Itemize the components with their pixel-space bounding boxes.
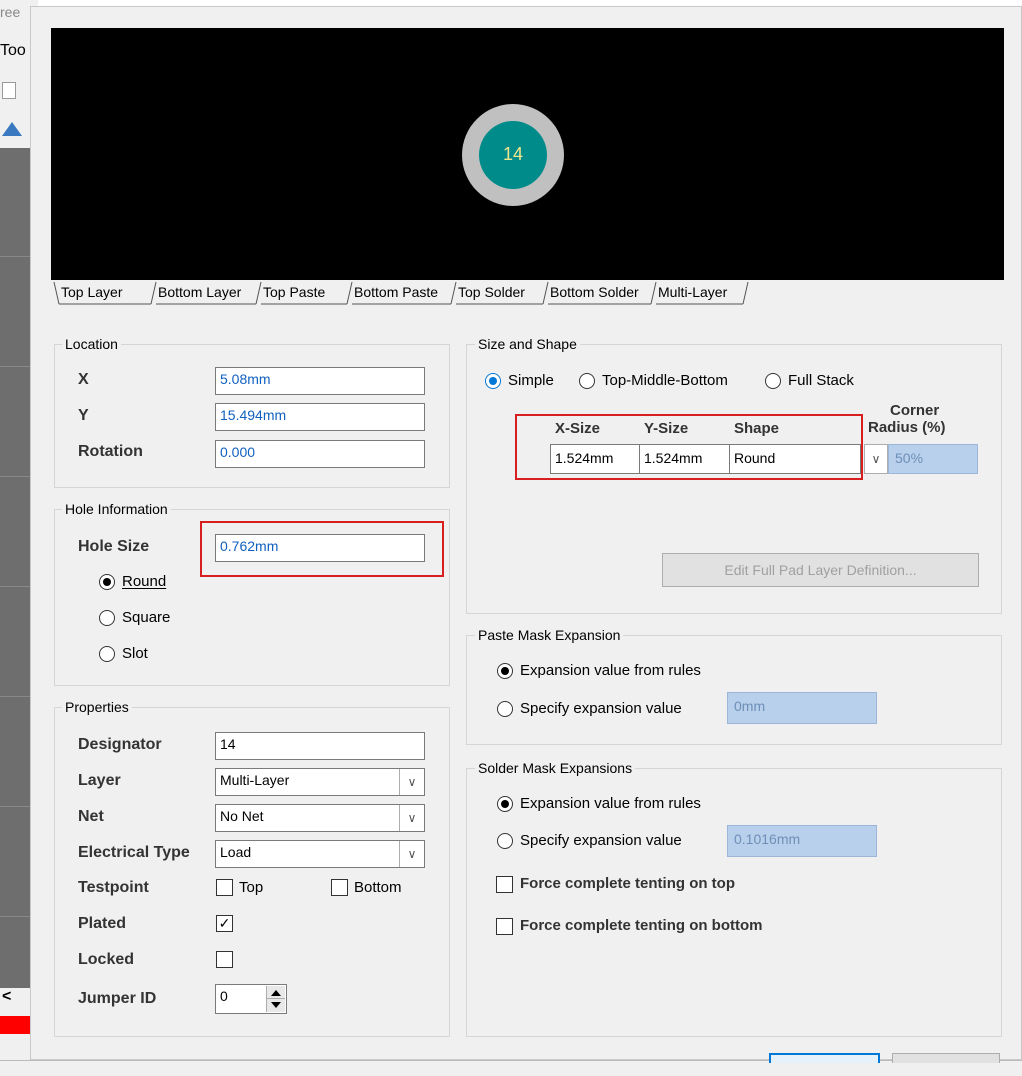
chevron-down-icon[interactable]: ∨ — [399, 805, 424, 831]
testpoint-top-label[interactable]: Top — [239, 879, 263, 896]
hole-information-title: Hole Information — [62, 501, 171, 517]
locked-label: Locked — [78, 951, 135, 968]
solder-specify-label[interactable]: Specify expansion value — [520, 832, 682, 849]
solder-rules-label[interactable]: Expansion value from rules — [520, 795, 701, 812]
pad-preview: 14 — [51, 28, 1004, 280]
testpoint-bottom-label[interactable]: Bottom — [354, 879, 402, 896]
rotation-input[interactable]: 0.000 — [215, 440, 425, 468]
tab-top-layer[interactable]: Top Layer — [61, 284, 122, 300]
net-select-value: No Net — [220, 808, 264, 824]
tab-multi-layer[interactable]: Multi-Layer — [658, 284, 727, 300]
tent-top-label[interactable]: Force complete tenting on top — [520, 875, 735, 892]
solder-value-input: 0.1016mm — [727, 825, 877, 857]
mode-tmb-label[interactable]: Top-Middle-Bottom — [602, 372, 728, 389]
mode-full-stack-radio[interactable] — [765, 373, 781, 389]
mode-full-stack-label[interactable]: Full Stack — [788, 372, 854, 389]
corner-header-line1: Corner — [890, 402, 940, 419]
hole-square-radio[interactable] — [99, 610, 115, 626]
spin-up-icon[interactable] — [271, 990, 281, 996]
y-label: Y — [78, 407, 89, 424]
tent-bottom-label[interactable]: Force complete tenting on bottom — [520, 917, 763, 934]
edit-full-pad-layer-button: Edit Full Pad Layer Definition... — [662, 553, 979, 587]
electrical-type-select[interactable]: Load ∨ — [215, 840, 425, 868]
net-label: Net — [78, 808, 104, 825]
hole-slot-radio[interactable] — [99, 646, 115, 662]
hole-square-label[interactable]: Square — [122, 609, 170, 626]
hole-slot-label[interactable]: Slot — [122, 645, 148, 662]
jumper-id-spinner[interactable] — [266, 986, 285, 1012]
error-bar — [0, 1016, 30, 1034]
chevron-down-icon[interactable]: ∨ — [399, 769, 424, 795]
background-canvas — [0, 148, 30, 988]
pad-preview-svg — [462, 104, 564, 206]
paste-specify-radio[interactable] — [497, 701, 513, 717]
size-shape-highlight — [515, 414, 863, 480]
paste-rules-radio[interactable] — [497, 663, 513, 679]
location-group-title: Location — [62, 336, 121, 352]
hole-round-label[interactable]: Round — [122, 573, 166, 590]
layer-select-value: Multi-Layer — [220, 772, 290, 788]
paste-mask-title: Paste Mask Expansion — [475, 627, 624, 643]
paste-rules-label[interactable]: Expansion value from rules — [520, 662, 701, 679]
plated-label: Plated — [78, 915, 127, 932]
tab-top-solder[interactable]: Top Solder — [458, 284, 525, 300]
solder-mask-title: Solder Mask Expansions — [475, 760, 636, 776]
net-select[interactable]: No Net ∨ — [215, 804, 425, 832]
mode-tmb-radio[interactable] — [579, 373, 595, 389]
tab-top-paste[interactable]: Top Paste — [263, 284, 325, 300]
x-label: X — [78, 371, 89, 388]
edit-full-pad-layer-label: Edit Full Pad Layer Definition... — [724, 562, 917, 578]
layer-label: Layer — [78, 772, 121, 789]
ok-button[interactable] — [769, 1053, 880, 1063]
layer-tabs: Top Layer Bottom Layer Top Paste Bottom … — [51, 280, 1004, 310]
locked-checkbox[interactable] — [216, 951, 233, 968]
electrical-type-value: Load — [220, 844, 252, 860]
jumper-id-label: Jumper ID — [78, 990, 157, 1007]
designator-input[interactable]: 14 — [215, 732, 425, 760]
testpoint-top-checkbox[interactable] — [216, 879, 233, 896]
x-input[interactable]: 5.08mm — [215, 367, 425, 395]
solder-specify-radio[interactable] — [497, 833, 513, 849]
mode-simple-radio[interactable] — [485, 373, 501, 389]
layer-select[interactable]: Multi-Layer ∨ — [215, 768, 425, 796]
background-menu-fragment[interactable]: Too — [0, 42, 26, 60]
document-icon[interactable] — [2, 82, 16, 99]
mode-simple-label[interactable]: Simple — [508, 372, 554, 389]
tent-bottom-checkbox[interactable] — [496, 918, 513, 935]
pad-designator-label: 14 — [502, 144, 524, 164]
shape-chevron-down-icon[interactable]: ∨ — [864, 444, 888, 474]
spin-down-icon[interactable] — [271, 1002, 281, 1008]
cancel-button[interactable] — [892, 1053, 1000, 1063]
designator-label: Designator — [78, 736, 162, 753]
testpoint-bottom-checkbox[interactable] — [331, 879, 348, 896]
hole-size-highlight — [200, 521, 444, 577]
rotation-label: Rotation — [78, 443, 143, 460]
scroll-left-arrow[interactable]: < — [2, 988, 11, 1006]
paste-specify-label[interactable]: Specify expansion value — [520, 700, 682, 717]
hole-size-label: Hole Size — [78, 538, 150, 555]
chevron-down-icon[interactable]: ∨ — [399, 841, 424, 867]
paste-mask-group — [466, 635, 1002, 745]
electrical-type-label: Electrical Type — [78, 844, 190, 861]
hole-round-radio[interactable] — [99, 574, 115, 590]
paste-value-input: 0mm — [727, 692, 877, 724]
tent-top-checkbox[interactable] — [496, 876, 513, 893]
properties-title: Properties — [62, 699, 132, 715]
y-input[interactable]: 15.494mm — [215, 403, 425, 431]
plated-checkbox[interactable]: ✓ — [216, 915, 233, 932]
corner-header-line2: Radius (%) — [868, 419, 946, 436]
corner-radius-input: 50% — [888, 444, 978, 474]
size-shape-title: Size and Shape — [475, 336, 580, 352]
tab-bottom-paste[interactable]: Bottom Paste — [354, 284, 438, 300]
solder-rules-radio[interactable] — [497, 796, 513, 812]
testpoint-label: Testpoint — [78, 879, 149, 896]
tab-bottom-solder[interactable]: Bottom Solder — [550, 284, 639, 300]
tab-bottom-layer[interactable]: Bottom Layer — [158, 284, 241, 300]
arrow-up-icon[interactable] — [2, 122, 22, 136]
background-title-fragment: ree — [0, 4, 21, 20]
